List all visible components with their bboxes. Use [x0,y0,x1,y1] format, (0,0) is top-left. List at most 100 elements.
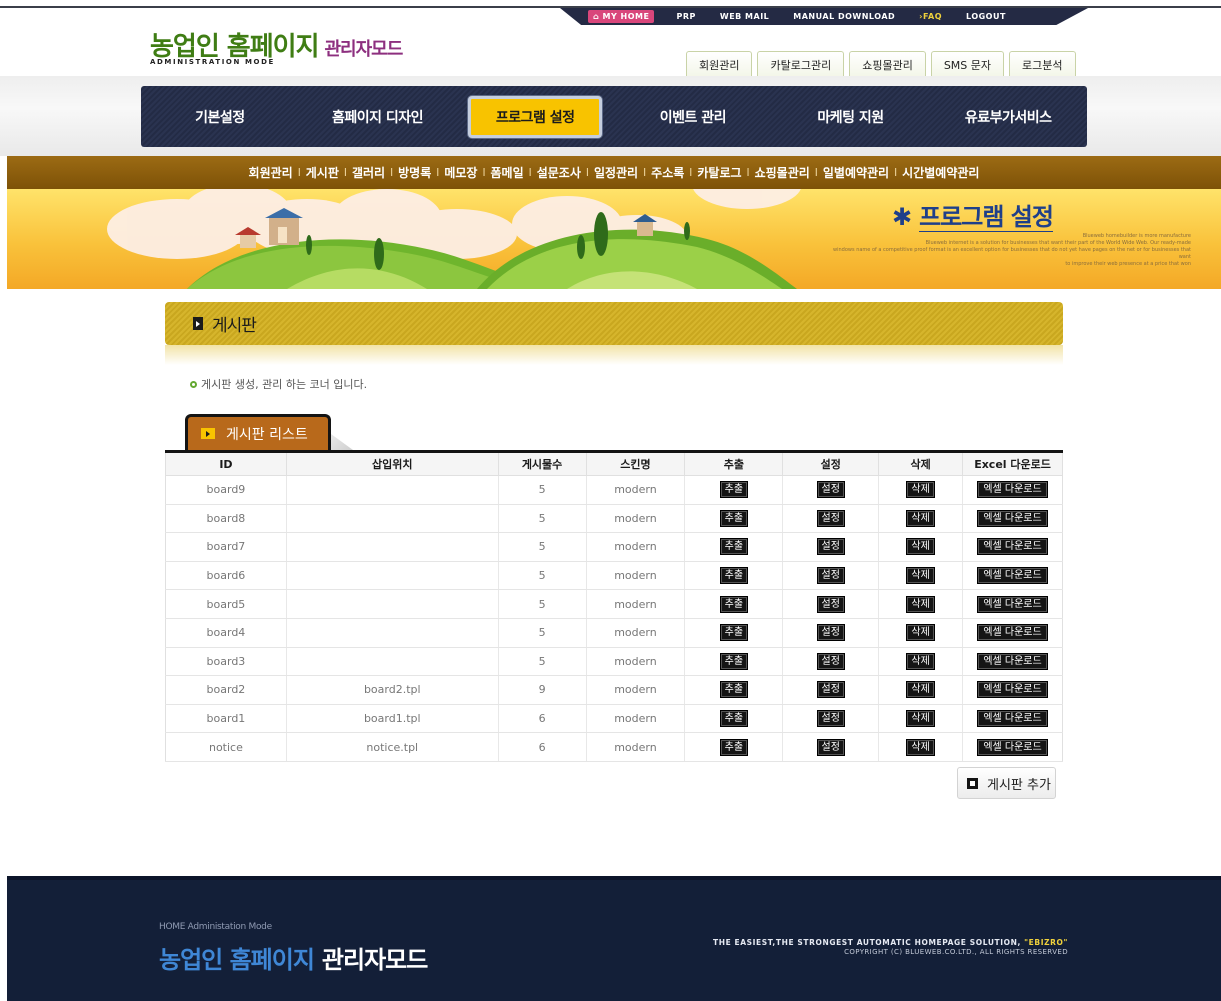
quick-tab-catalog[interactable]: 카탈로그관리 [757,51,845,77]
delete-button[interactable]: 삭제 [906,509,935,527]
delete-button[interactable]: 삭제 [906,710,935,728]
cell-extract: 추출 [684,704,783,734]
sub-nav-item[interactable]: 일정관리 [594,164,638,181]
column-header-settings: 설정 [782,451,879,476]
table-row: board4 5 modern 추출 설정 삭제 엑셀 다운로드 [165,618,1063,648]
excel-download-button[interactable]: 엑셀 다운로드 [977,710,1048,728]
main-nav-event[interactable]: 이벤트 관리 [614,86,772,147]
sub-nav-item[interactable]: 카탈로그 [697,164,741,181]
settings-button[interactable]: 설정 [816,538,845,556]
cell-position [285,589,499,619]
main-nav-marketing[interactable]: 마케팅 지원 [772,86,930,147]
cell-position [285,475,499,505]
logo-sub-text: 관리자모드 [324,39,404,60]
sub-nav-item[interactable]: 방명록 [398,164,431,181]
manual-download-link[interactable]: MANUAL DOWNLOAD [793,12,895,21]
main-nav-paid[interactable]: 유료부가서비스 [929,86,1087,147]
table-row: board9 5 modern 추출 설정 삭제 엑셀 다운로드 [165,475,1063,505]
excel-download-button[interactable]: 엑셀 다운로드 [977,595,1048,613]
extract-button[interactable]: 추출 [719,481,749,499]
table-row: board7 5 modern 추출 설정 삭제 엑셀 다운로드 [165,532,1063,562]
sub-nav-item[interactable]: 갤러리 [352,164,385,181]
sub-nav-item[interactable]: 메모장 [444,164,477,181]
quick-tab-sms[interactable]: SMS 문자 [930,51,1005,77]
settings-button[interactable]: 설정 [816,624,845,642]
extract-button[interactable]: 추출 [719,710,749,728]
logout-link[interactable]: LOGOUT [966,12,1006,21]
delete-button[interactable]: 삭제 [906,538,935,556]
extract-button[interactable]: 추출 [719,595,749,613]
cell-excel: 엑셀 다운로드 [962,647,1063,677]
delete-button[interactable]: 삭제 [906,595,935,613]
excel-download-button[interactable]: 엑셀 다운로드 [977,509,1048,527]
settings-button[interactable]: 설정 [816,595,845,613]
settings-button[interactable]: 설정 [816,509,845,527]
cell-settings: 설정 [782,504,879,534]
sub-nav-separator: l [343,166,347,179]
board-list-tab[interactable]: 게시판 리스트 [185,414,331,450]
excel-download-button[interactable]: 엑셀 다운로드 [977,567,1048,585]
settings-button[interactable]: 설정 [816,481,845,499]
excel-download-button[interactable]: 엑셀 다운로드 [977,624,1048,642]
extract-button[interactable]: 추출 [719,509,749,527]
delete-button[interactable]: 삭제 [906,567,935,585]
extract-button[interactable]: 추출 [719,567,749,585]
delete-button[interactable]: 삭제 [906,624,935,642]
main-nav-program[interactable]: 프로그램 설정 [456,86,614,147]
excel-download-button[interactable]: 엑셀 다운로드 [977,738,1048,756]
main-nav-basic[interactable]: 기본설정 [141,86,299,147]
delete-button[interactable]: 삭제 [906,652,935,670]
excel-download-button[interactable]: 엑셀 다운로드 [977,681,1048,699]
cell-extract: 추출 [684,647,783,677]
cell-id: board1 [165,704,287,734]
sub-nav-item[interactable]: 게시판 [306,164,339,181]
sub-nav-item[interactable]: 주소록 [651,164,684,181]
sub-nav-separator: l [585,166,589,179]
excel-download-button[interactable]: 엑셀 다운로드 [977,538,1048,556]
prp-link[interactable]: PRP [676,12,695,21]
settings-button[interactable]: 설정 [816,567,845,585]
sub-nav: 회원관리 l 게시판 l 갤러리 l 방명록 l 메모장 l 폼메일 l 설문조사 l 일정관리 l 주소록 l 카… [7,156,1221,189]
cell-skin: modern [585,475,685,505]
cell-settings: 설정 [782,532,879,562]
add-board-button[interactable]: 게시판 추가 [957,767,1056,799]
cell-settings: 설정 [782,675,879,705]
extract-button[interactable]: 추출 [719,681,749,699]
my-home-button[interactable]: ⌂ MY HOME [588,10,655,23]
settings-button[interactable]: 설정 [816,710,845,728]
cell-skin: modern [585,704,685,734]
table-header-row: ID 삽입위치 게시물수 스킨명 추출 설정 삭제 Excel 다운로드 [165,451,1063,476]
extract-button[interactable]: 추출 [719,738,749,756]
settings-button[interactable]: 설정 [816,738,845,756]
excel-download-button[interactable]: 엑셀 다운로드 [977,652,1048,670]
excel-download-button[interactable]: 엑셀 다운로드 [977,481,1048,499]
sub-nav-item[interactable]: 회원관리 [249,164,293,181]
cell-count: 5 [497,504,586,534]
extract-button[interactable]: 추출 [719,538,749,556]
extract-button[interactable]: 추출 [719,652,749,670]
quick-tab-shop[interactable]: 쇼핑몰관리 [849,51,926,77]
logo-english-text: ADMINISTRATION MODE [150,58,275,66]
delete-button[interactable]: 삭제 [906,681,935,699]
sub-nav-separator: l [689,166,693,179]
delete-button[interactable]: 삭제 [906,481,935,499]
settings-button[interactable]: 설정 [816,652,845,670]
faq-link[interactable]: ›FAQ [919,12,942,21]
sub-nav-item[interactable]: 폼메일 [491,164,524,181]
sub-nav-item[interactable]: 일별예약관리 [823,164,889,181]
cell-id: board7 [165,532,287,562]
cell-extract: 추출 [684,589,783,619]
footer-logo: 농업인 홈페이지 관리자모드 [159,946,428,974]
main-nav-design[interactable]: 홈페이지 디자인 [299,86,457,147]
quick-tab-log[interactable]: 로그분석 [1009,51,1076,77]
quick-tab-member[interactable]: 회원관리 [686,51,753,77]
web-mail-link[interactable]: WEB MAIL [720,12,769,21]
cell-skin: modern [585,532,685,562]
column-header-extract: 추출 [684,451,783,476]
sub-nav-item[interactable]: 쇼핑몰관리 [755,164,810,181]
delete-button[interactable]: 삭제 [906,738,935,756]
extract-button[interactable]: 추출 [719,624,749,642]
sub-nav-item[interactable]: 설문조사 [537,164,581,181]
sub-nav-item[interactable]: 시간별예약관리 [902,164,979,181]
settings-button[interactable]: 설정 [816,681,845,699]
